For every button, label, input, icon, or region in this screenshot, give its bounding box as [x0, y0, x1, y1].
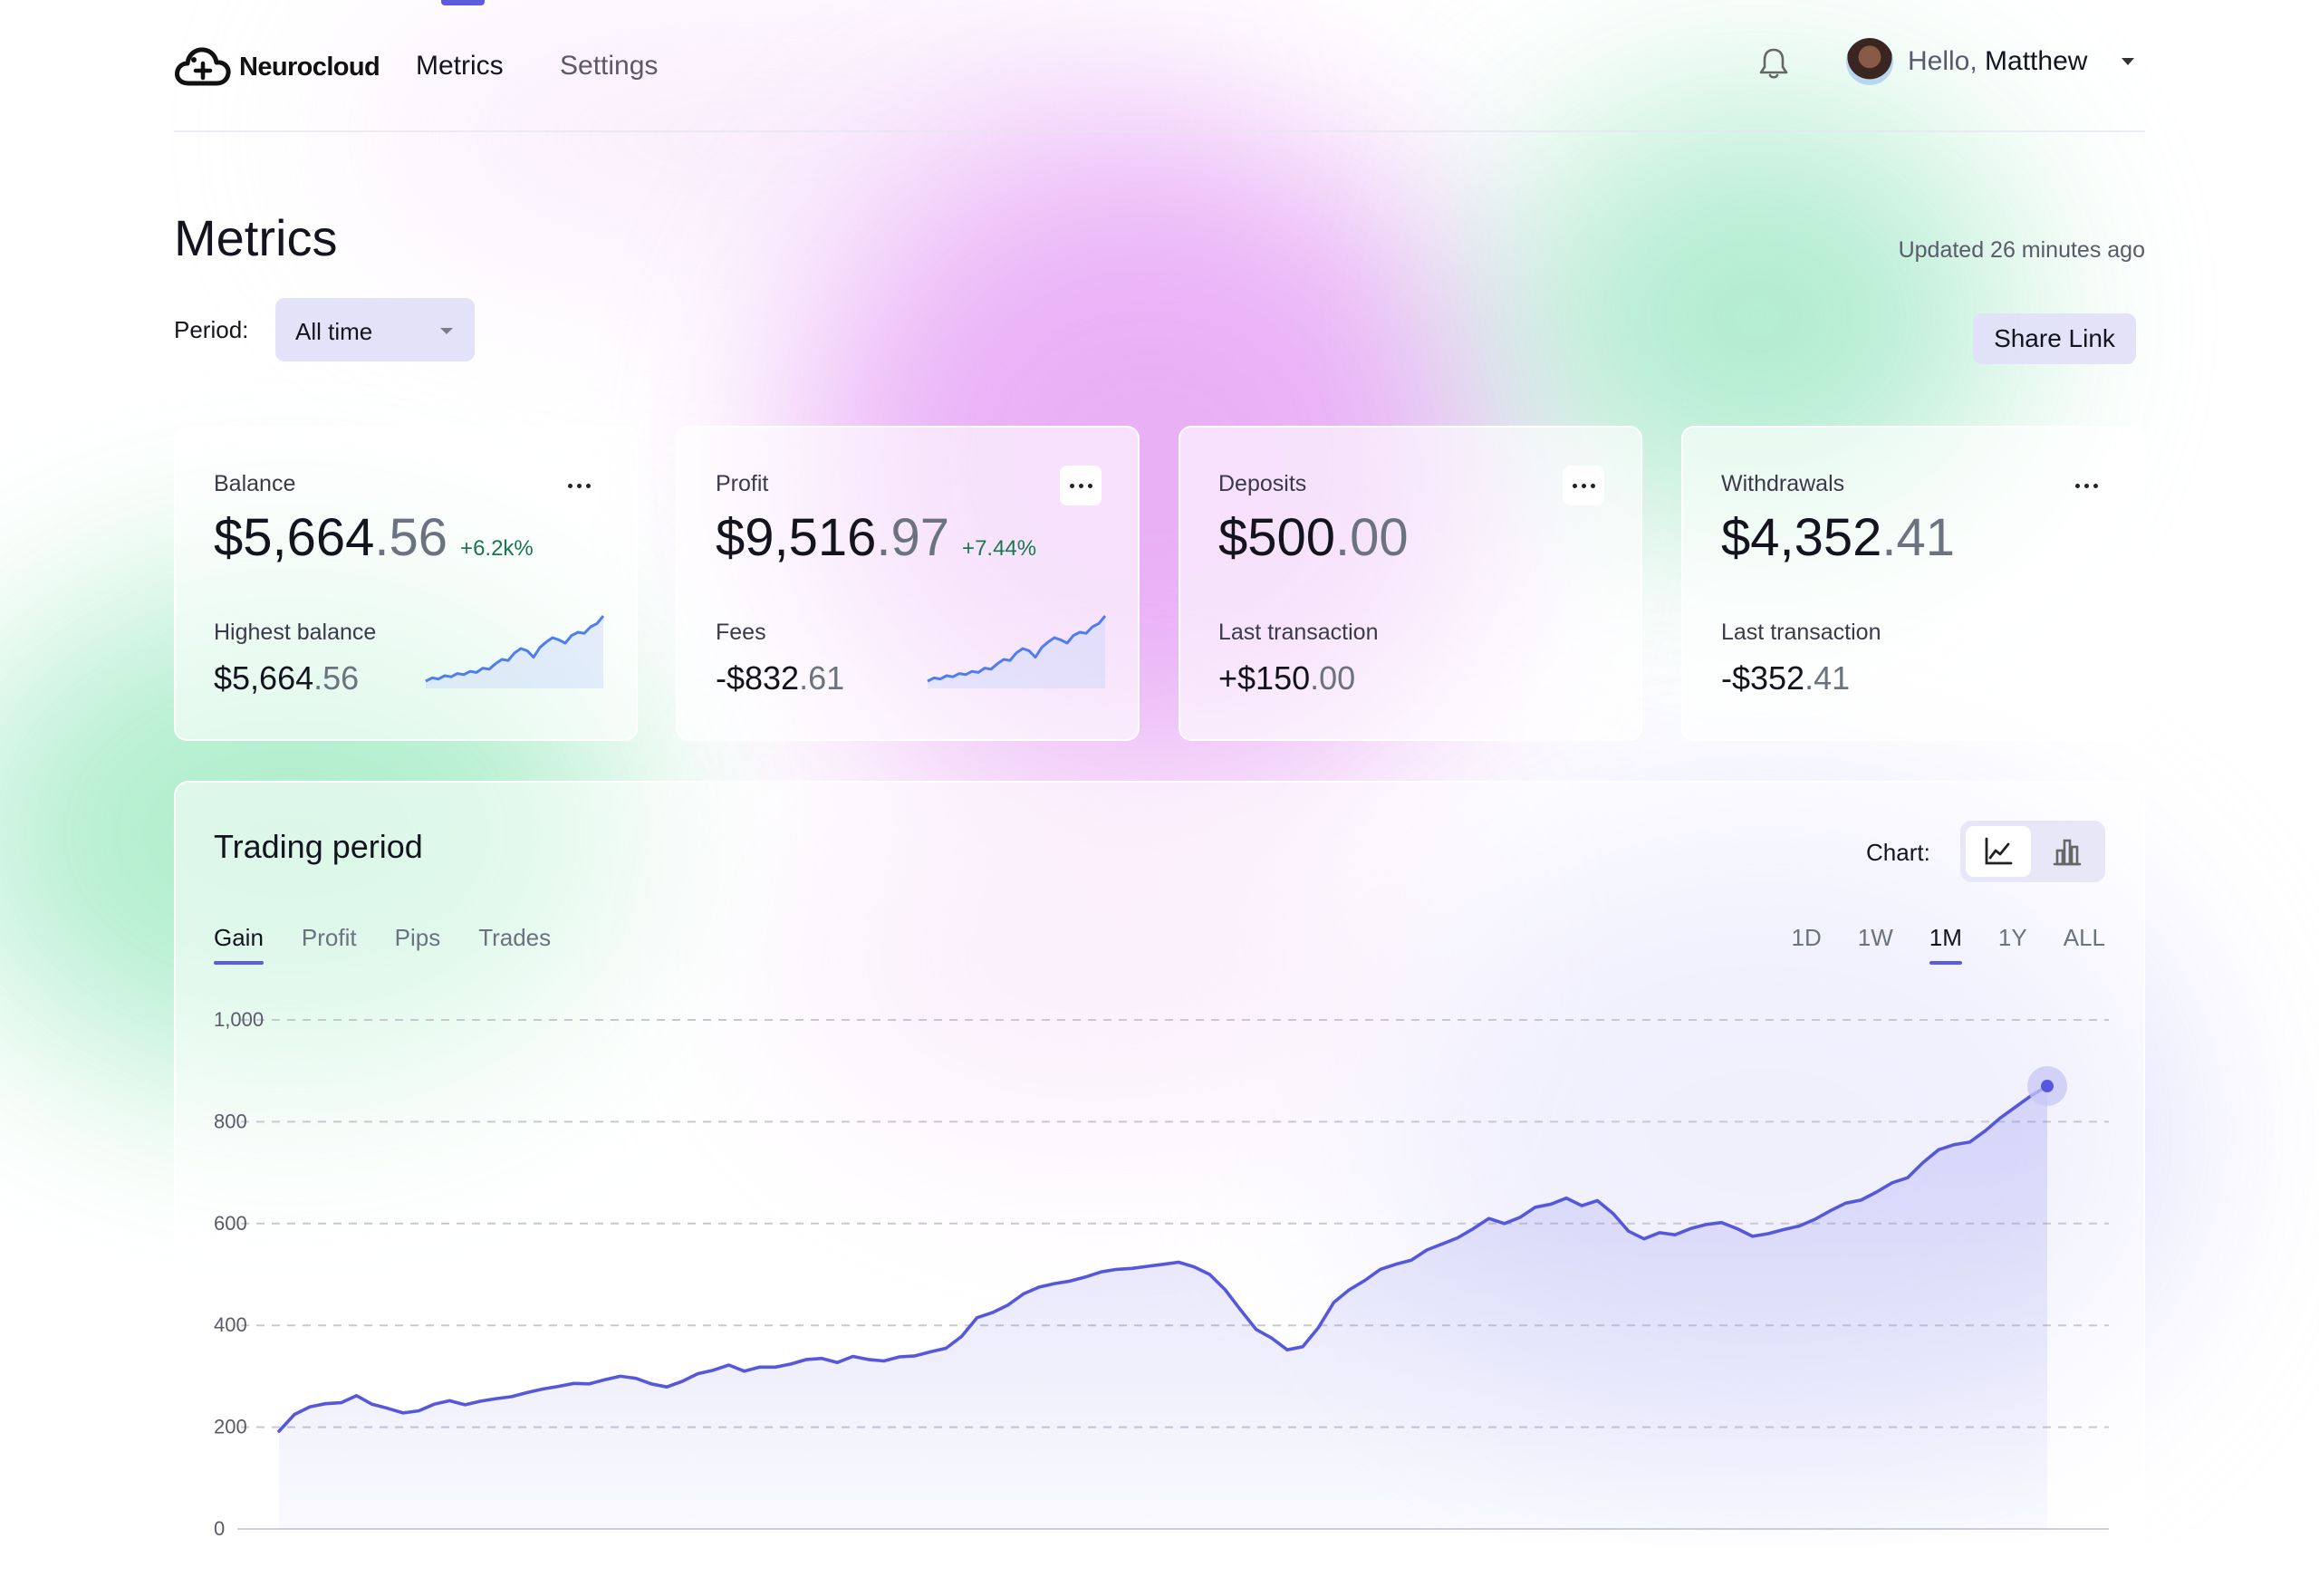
avatar	[1846, 38, 1893, 85]
more-icon[interactable]	[2065, 466, 2107, 505]
card-subamount: -$832.61	[716, 659, 845, 697]
more-icon[interactable]	[558, 466, 600, 505]
user-menu[interactable]: Hello, Matthew	[1846, 38, 2135, 85]
greeting: Hello, Matthew	[1908, 46, 2088, 76]
profit-card: Profit $9,516.97 +7.44% Fees -$832.61	[676, 426, 1140, 741]
card-label: Withdrawals	[1721, 471, 1845, 496]
card-sublabel: Last transaction	[1218, 620, 1379, 645]
gain-line-chart: 0 200 400 600 800 1,000	[214, 1008, 2109, 1540]
card-sublabel: Last transaction	[1721, 620, 1881, 645]
sparkline	[425, 615, 605, 688]
share-link-button[interactable]: Share Link	[1973, 313, 2136, 364]
card-label: Balance	[214, 471, 296, 496]
more-icon[interactable]	[1563, 466, 1604, 505]
chevron-down-icon	[440, 328, 453, 334]
y-tick-label: 1,000	[214, 1008, 264, 1031]
nav-active-indicator	[441, 0, 485, 5]
brand-name: Neurocloud	[239, 52, 380, 82]
card-label: Deposits	[1218, 471, 1307, 496]
card-amount: $5,664.56 +6.2k%	[214, 508, 534, 567]
card-sublabel: Fees	[716, 620, 766, 645]
card-subamount: +$150.00	[1218, 659, 1356, 697]
card-sublabel: Highest balance	[214, 620, 377, 645]
last-point	[2041, 1080, 2054, 1093]
card-subamount: $5,664.56	[214, 659, 360, 697]
y-tick-label: 400	[214, 1313, 247, 1336]
withdrawals-card: Withdrawals $4,352.41 Last transaction -…	[1681, 426, 2145, 741]
delta-badge: +6.2k%	[460, 536, 534, 561]
y-tick-label: 0	[214, 1517, 225, 1540]
card-amount: $500.00	[1218, 508, 1409, 567]
card-amount: $9,516.97 +7.44%	[716, 508, 1037, 567]
bell-icon	[1759, 48, 1788, 79]
sparkline	[927, 615, 1107, 688]
logo-cloud-icon	[175, 47, 231, 86]
top-nav: Neurocloud Metrics Settings Hello, Matth…	[174, 0, 2145, 132]
card-amount: $4,352.41	[1721, 508, 1956, 567]
card-label: Profit	[716, 471, 769, 496]
updated-timestamp: Updated 26 minutes ago	[1898, 237, 2145, 263]
y-tick-label: 200	[214, 1416, 247, 1438]
brand-logo[interactable]: Neurocloud	[174, 43, 380, 91]
period-select[interactable]: All time	[275, 298, 475, 361]
nav-link-metrics[interactable]: Metrics	[416, 51, 504, 82]
more-icon[interactable]	[1060, 466, 1102, 505]
delta-badge: +7.44%	[962, 536, 1037, 561]
chevron-down-icon	[2122, 58, 2135, 65]
period-label: Period:	[174, 316, 249, 343]
period-value: All time	[295, 318, 373, 345]
page-title: Metrics	[174, 209, 338, 266]
trading-panel: Trading period Chart: Gain Profit Pips T…	[174, 781, 2145, 1596]
deposits-card: Deposits $500.00 Last transaction +$150.…	[1179, 426, 1642, 741]
notifications-button[interactable]	[1757, 45, 1790, 86]
balance-card: Balance $5,664.56 +6.2k% Highest balance …	[174, 426, 638, 741]
y-tick-label: 800	[214, 1110, 247, 1132]
card-subamount: -$352.41	[1721, 659, 1851, 697]
nav-link-settings[interactable]: Settings	[560, 51, 658, 82]
y-tick-label: 600	[214, 1212, 247, 1235]
user-name: Matthew	[1985, 46, 2088, 76]
series-area	[279, 1086, 2047, 1529]
